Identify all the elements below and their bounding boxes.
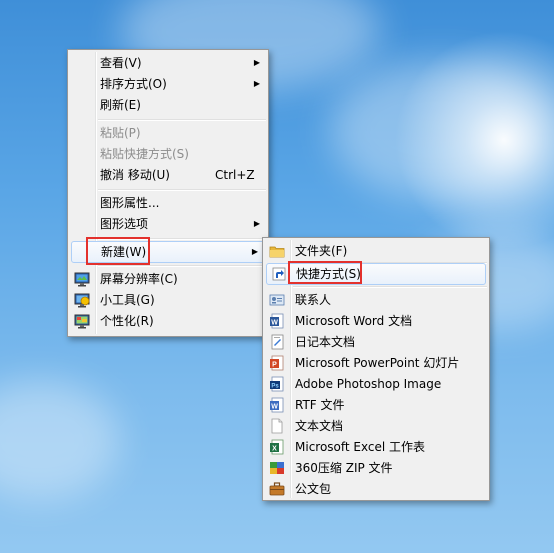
rtf-icon: W	[269, 397, 285, 413]
submenu-item-zip[interactable]: 360压缩 ZIP 文件	[265, 458, 487, 478]
briefcase-icon	[269, 481, 285, 497]
submenu-item-journal[interactable]: 日记本文档	[265, 332, 487, 352]
submenu-item-briefcase[interactable]: 公文包	[265, 479, 487, 499]
excel-icon: X	[269, 439, 285, 455]
menu-item-paste-shortcut[interactable]: 粘贴快捷方式(S)	[70, 144, 266, 164]
submenu-arrow-icon: ▶	[253, 219, 260, 228]
menu-item-graphics-options[interactable]: 图形选项 ▶	[70, 214, 266, 234]
menu-separator	[293, 286, 487, 288]
menu-item-view[interactable]: 查看(V) ▶	[70, 53, 266, 73]
menu-separator	[98, 119, 266, 121]
submenu-item-photoshop[interactable]: Ps Adobe Photoshop Image	[265, 374, 487, 394]
menu-item-personalize[interactable]: 个性化(R)	[70, 311, 266, 331]
submenu-item-rtf[interactable]: W RTF 文件	[265, 395, 487, 415]
menu-item-sort-by[interactable]: 排序方式(O) ▶	[70, 74, 266, 94]
submenu-item-excel[interactable]: X Microsoft Excel 工作表	[265, 437, 487, 457]
menu-separator	[98, 189, 266, 191]
submenu-item-powerpoint[interactable]: P Microsoft PowerPoint 幻灯片	[265, 353, 487, 373]
submenu-arrow-icon: ▶	[253, 79, 260, 88]
submenu-item-text-document[interactable]: 文本文档	[265, 416, 487, 436]
submenu-arrow-icon: ▶	[251, 247, 258, 256]
svg-text:Ps: Ps	[271, 384, 279, 390]
powerpoint-icon: P	[269, 355, 285, 371]
highlight-box-shortcut	[288, 261, 362, 284]
desktop-context-menu: 查看(V) ▶ 排序方式(O) ▶ 刷新(E) 粘贴(P) 粘贴快捷方式(S) …	[67, 49, 269, 337]
photoshop-icon: Ps	[269, 376, 285, 392]
submenu-arrow-icon: ▶	[253, 58, 260, 67]
journal-icon	[269, 334, 285, 350]
menu-item-paste[interactable]: 粘贴(P)	[70, 123, 266, 143]
text-document-icon	[269, 418, 285, 434]
submenu-item-folder[interactable]: 文件夹(F)	[265, 241, 487, 261]
svg-text:X: X	[272, 446, 277, 453]
svg-text:W: W	[271, 320, 278, 327]
menu-item-screen-resolution[interactable]: 屏幕分辨率(C)	[70, 269, 266, 289]
menu-separator	[98, 265, 266, 267]
zip-icon	[269, 460, 285, 476]
svg-text:W: W	[271, 404, 278, 411]
contact-icon	[269, 292, 285, 308]
word-icon: W	[269, 313, 285, 329]
gadgets-icon	[74, 292, 90, 308]
monitor-icon	[74, 271, 90, 287]
shortcut-icon	[271, 266, 287, 282]
menu-item-undo-move[interactable]: 撤消 移动(U) Ctrl+Z	[70, 165, 266, 185]
menu-item-gadgets[interactable]: 小工具(G)	[70, 290, 266, 310]
highlight-box-new	[86, 237, 150, 265]
personalize-icon	[74, 313, 90, 329]
menu-item-refresh[interactable]: 刷新(E)	[70, 95, 266, 115]
shortcut-label: Ctrl+Z	[215, 168, 255, 182]
submenu-item-contact[interactable]: 联系人	[265, 290, 487, 310]
svg-text:P: P	[272, 362, 277, 369]
submenu-item-word[interactable]: W Microsoft Word 文档	[265, 311, 487, 331]
menu-item-graphics-properties[interactable]: 图形属性...	[70, 193, 266, 213]
folder-icon	[269, 243, 285, 259]
